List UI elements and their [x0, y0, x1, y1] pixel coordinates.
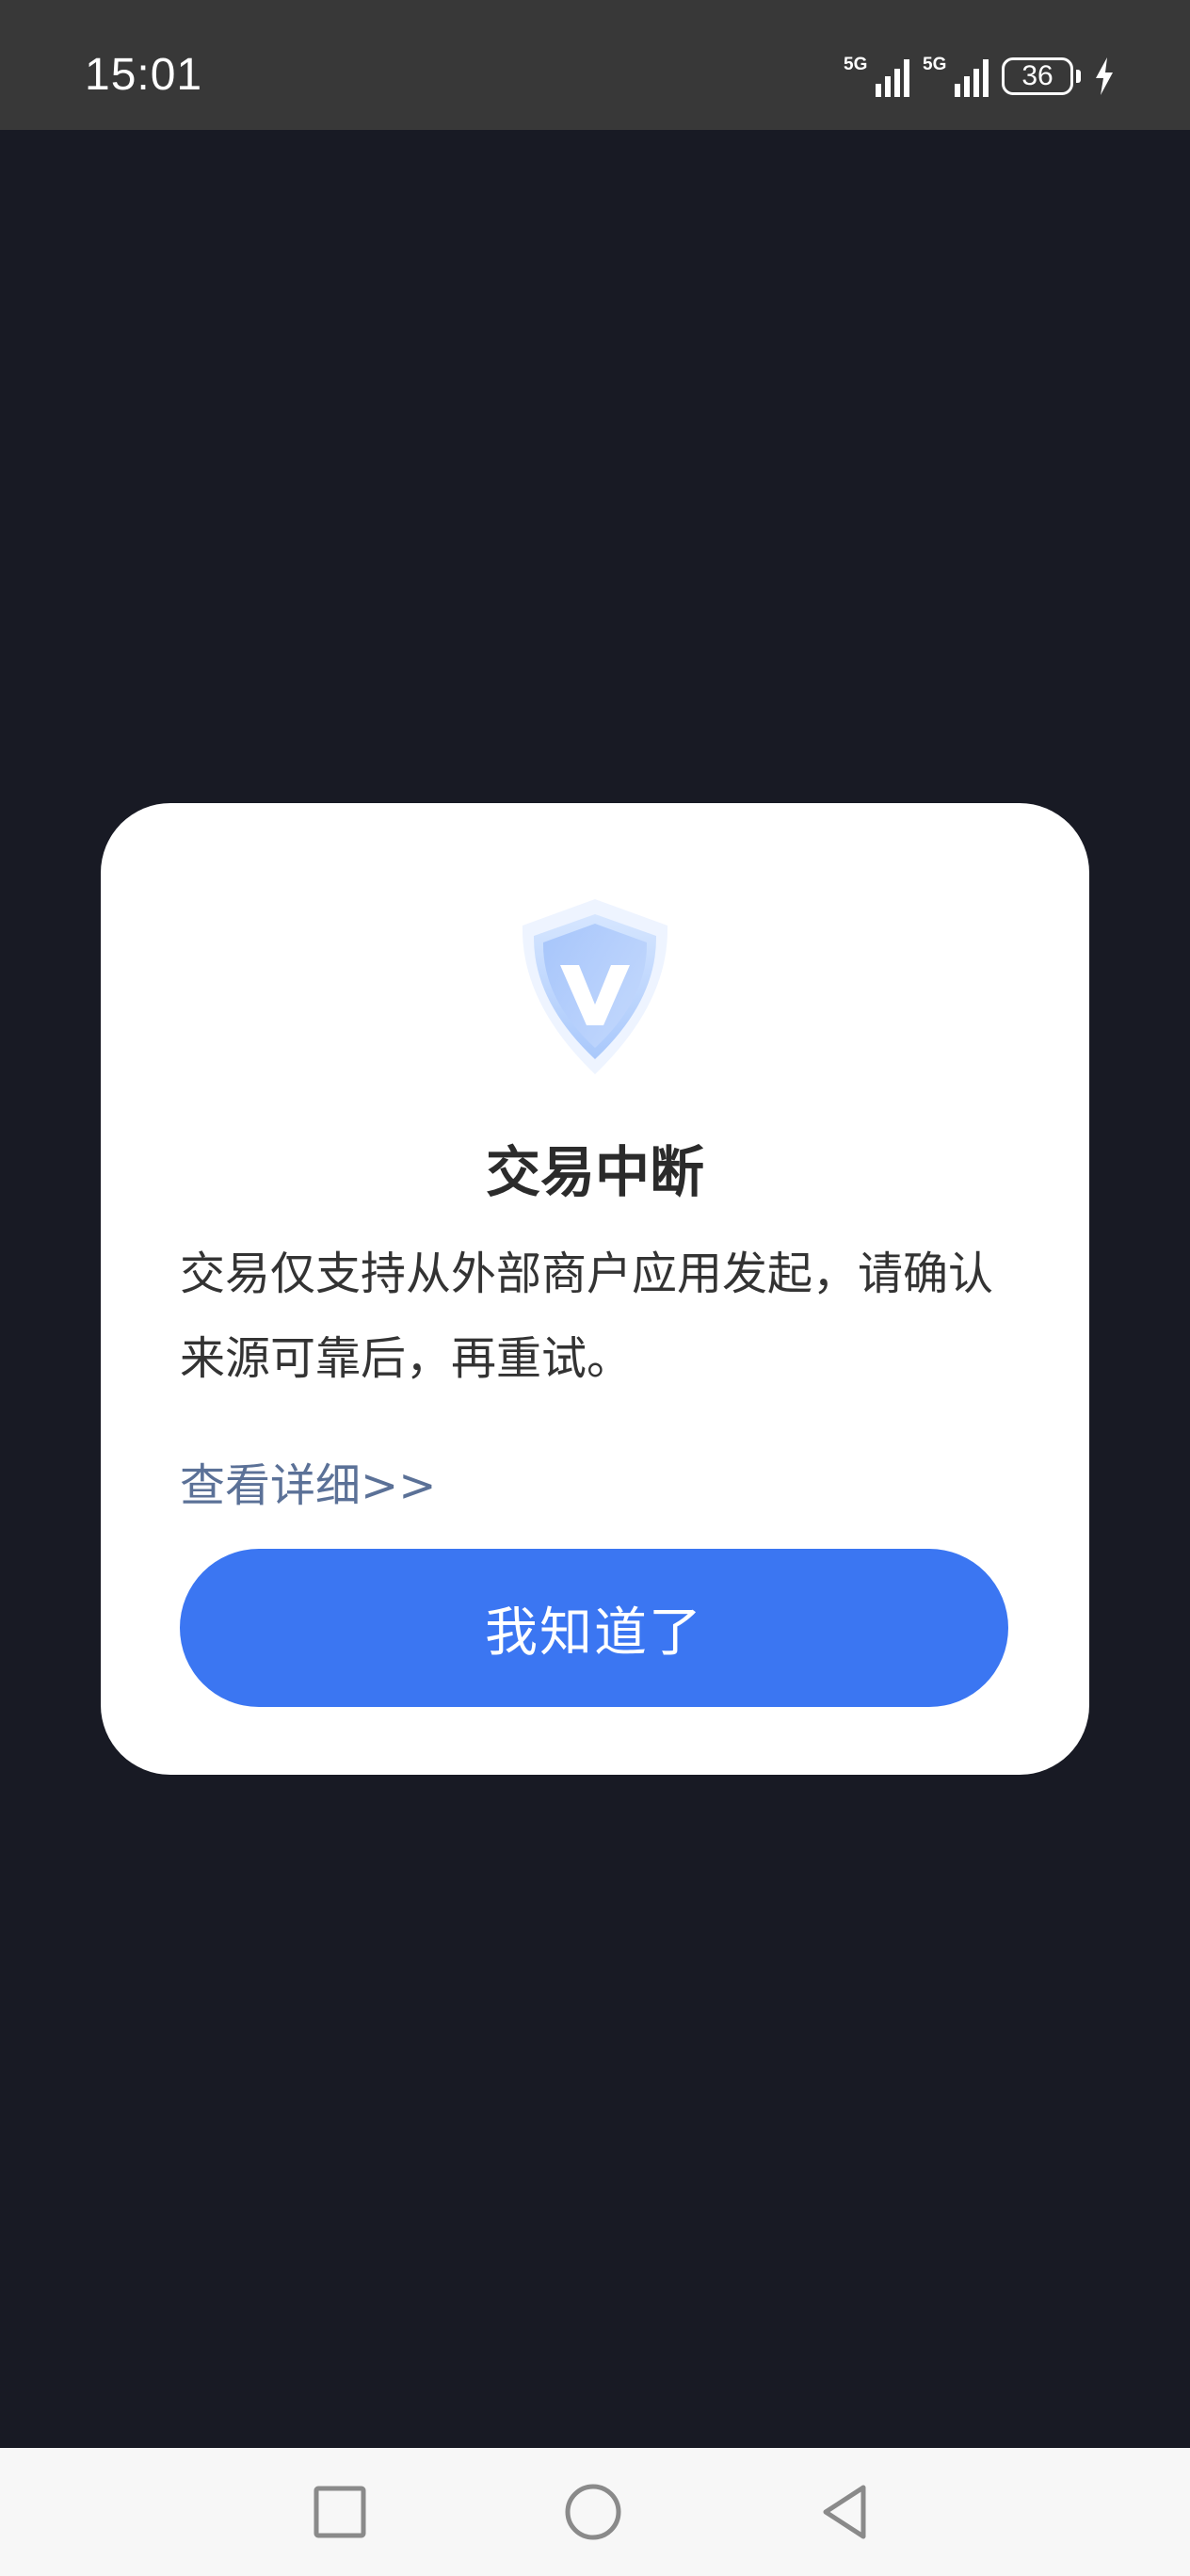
status-icons: 5G 5G 36: [844, 53, 1115, 100]
status-bar: 15:01 5G 5G 36: [0, 0, 1190, 130]
charging-icon: [1096, 57, 1113, 95]
signal-strength-icon-2: 5G: [923, 56, 989, 97]
shield-v-icon: [506, 890, 684, 1087]
clock: 15:01: [85, 50, 203, 100]
signal-strength-icon: 5G: [844, 56, 909, 97]
got-it-button[interactable]: 我知道了: [180, 1549, 1008, 1707]
view-details-link[interactable]: 查看详细>>: [180, 1453, 436, 1519]
network-type-label: 5G: [844, 55, 868, 74]
navigation-bar: [0, 2448, 1190, 2576]
square-icon[interactable]: [310, 2482, 370, 2542]
dialog-title: 交易中断: [485, 1140, 704, 1204]
battery-tip: [1076, 70, 1081, 83]
network-type-label-2: 5G: [923, 55, 947, 74]
dialog-message: 交易仅支持从外部商户应用发起，请确认来源可靠后，再重试。: [180, 1248, 994, 1385]
transaction-interrupted-dialog: 交易中断 交易仅支持从外部商户应用发起，请确认来源可靠后，再重试。 查看详细>>…: [101, 803, 1089, 1775]
triangle-back-icon[interactable]: [816, 2482, 876, 2542]
circle-icon[interactable]: [563, 2482, 623, 2542]
battery-icon: 36: [1002, 57, 1073, 95]
battery-level: 36: [1021, 60, 1053, 91]
